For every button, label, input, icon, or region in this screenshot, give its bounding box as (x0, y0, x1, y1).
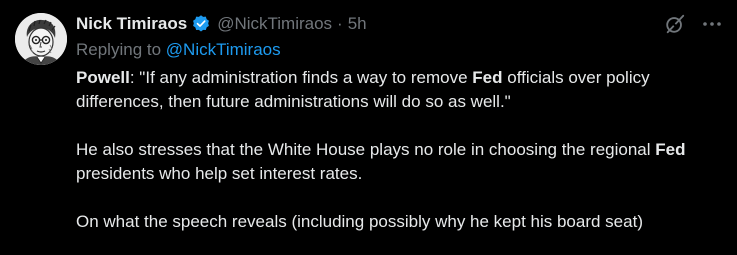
replying-to-label: Replying to (76, 40, 166, 59)
reply-mention-link[interactable]: @NickTimiraos (166, 40, 281, 59)
bold-powell: Powell (76, 68, 130, 87)
tweet-paragraph-3: On what the speech reveals (including po… (76, 210, 731, 234)
tweet[interactable]: Nick Timiraos @NickTimiraos · 5h Replyin… (0, 0, 737, 255)
grok-icon[interactable] (664, 13, 686, 35)
separator-dot: · (337, 14, 343, 33)
tweet-paragraph-2: He also stresses that the White House pl… (76, 138, 731, 186)
tweet-header: Nick Timiraos @NickTimiraos · 5h (76, 12, 367, 36)
paragraph-3-text: On what the speech reveals (including po… (76, 212, 643, 231)
bold-fed: Fed (655, 140, 686, 159)
replying-to: Replying to @NickTimiraos (76, 40, 281, 60)
quote-text-1: : "If any administration finds a way to … (129, 68, 473, 87)
bold-fed: Fed (472, 68, 503, 87)
avatar-sketch (15, 13, 67, 65)
post-time[interactable]: 5h (348, 14, 367, 34)
paragraph-2-text-1: He also stresses that the White House pl… (76, 140, 656, 159)
more-icon[interactable] (700, 14, 724, 34)
tweet-text: Powell: "If any administration finds a w… (76, 66, 731, 234)
paragraph-2-text-2: presidents who help set interest rates. (76, 164, 363, 183)
avatar[interactable] (15, 13, 67, 65)
author-handle[interactable]: @NickTimiraos (217, 14, 332, 34)
author-name[interactable]: Nick Timiraos (76, 14, 187, 34)
verified-badge-icon (191, 14, 211, 34)
tweet-paragraph-1: Powell: "If any administration finds a w… (76, 66, 731, 114)
